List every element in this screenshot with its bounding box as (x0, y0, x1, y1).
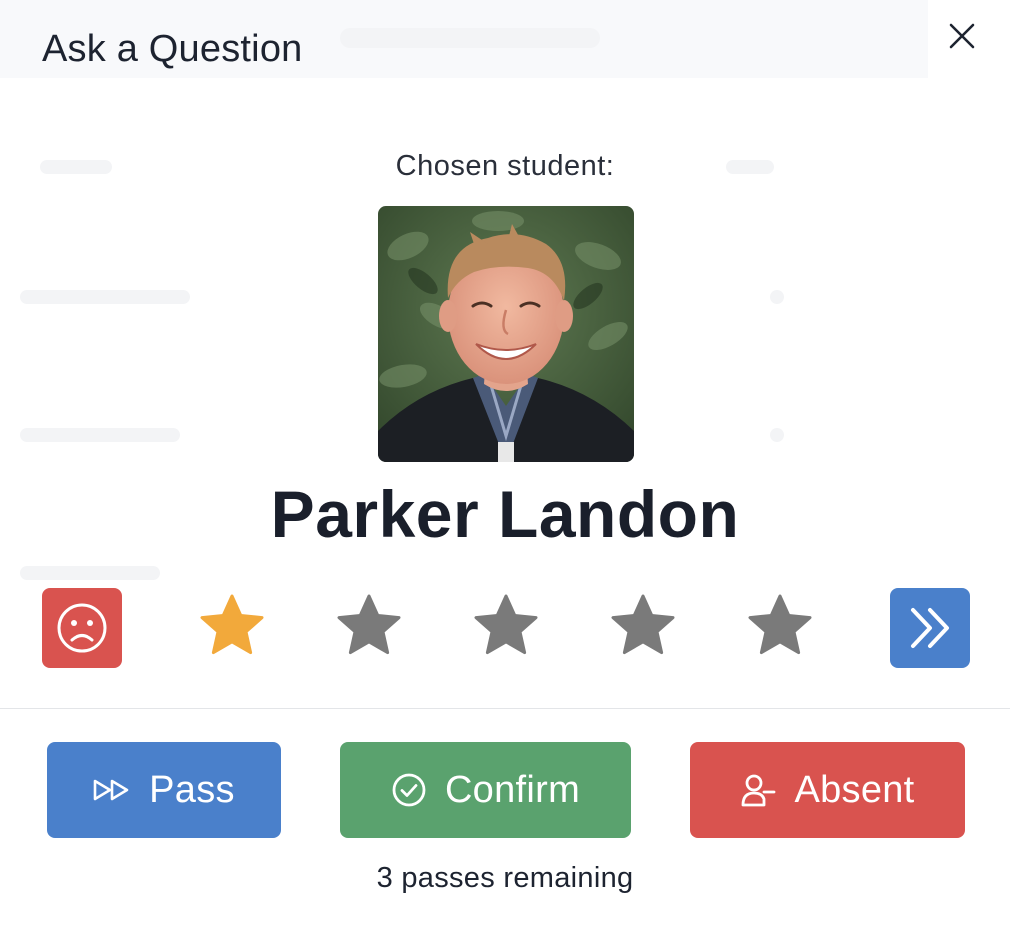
star-icon (337, 594, 401, 655)
close-icon (949, 23, 975, 49)
chosen-student-label: Chosen student: (395, 150, 615, 182)
sad-face-icon (57, 603, 107, 653)
student-name: Parker Landon (270, 477, 740, 551)
modal-title: Ask a Question (42, 28, 303, 70)
skip-button[interactable] (890, 588, 970, 668)
passes-remaining-text: 3 passes remaining (376, 862, 634, 894)
footer-divider (0, 708, 1010, 709)
rating-star-4[interactable] (608, 592, 678, 662)
absent-button-label: Absent (794, 768, 915, 811)
ask-question-modal: Ask a Question Chosen student: Parker La… (0, 0, 1010, 930)
rating-star-5[interactable] (745, 592, 815, 662)
check-circle-icon (392, 773, 426, 807)
fast-forward-icon (93, 779, 129, 801)
confirm-button-label: Confirm (444, 768, 581, 811)
confirm-button[interactable]: Confirm (340, 742, 631, 838)
user-minus-icon (742, 774, 776, 807)
rating-star-3[interactable] (471, 592, 541, 662)
absent-button[interactable]: Absent (690, 742, 965, 838)
close-button[interactable] (942, 16, 982, 56)
student-photo (378, 206, 634, 462)
star-icon (474, 594, 538, 655)
rating-star-2[interactable] (334, 592, 404, 662)
star-icon (200, 594, 264, 655)
star-icon (611, 594, 675, 655)
star-icon (748, 594, 812, 655)
pass-button-label: Pass (149, 768, 235, 811)
double-chevron-right-icon (911, 608, 949, 648)
sad-button[interactable] (42, 588, 122, 668)
pass-button[interactable]: Pass (47, 742, 281, 838)
rating-star-1[interactable] (197, 592, 267, 662)
